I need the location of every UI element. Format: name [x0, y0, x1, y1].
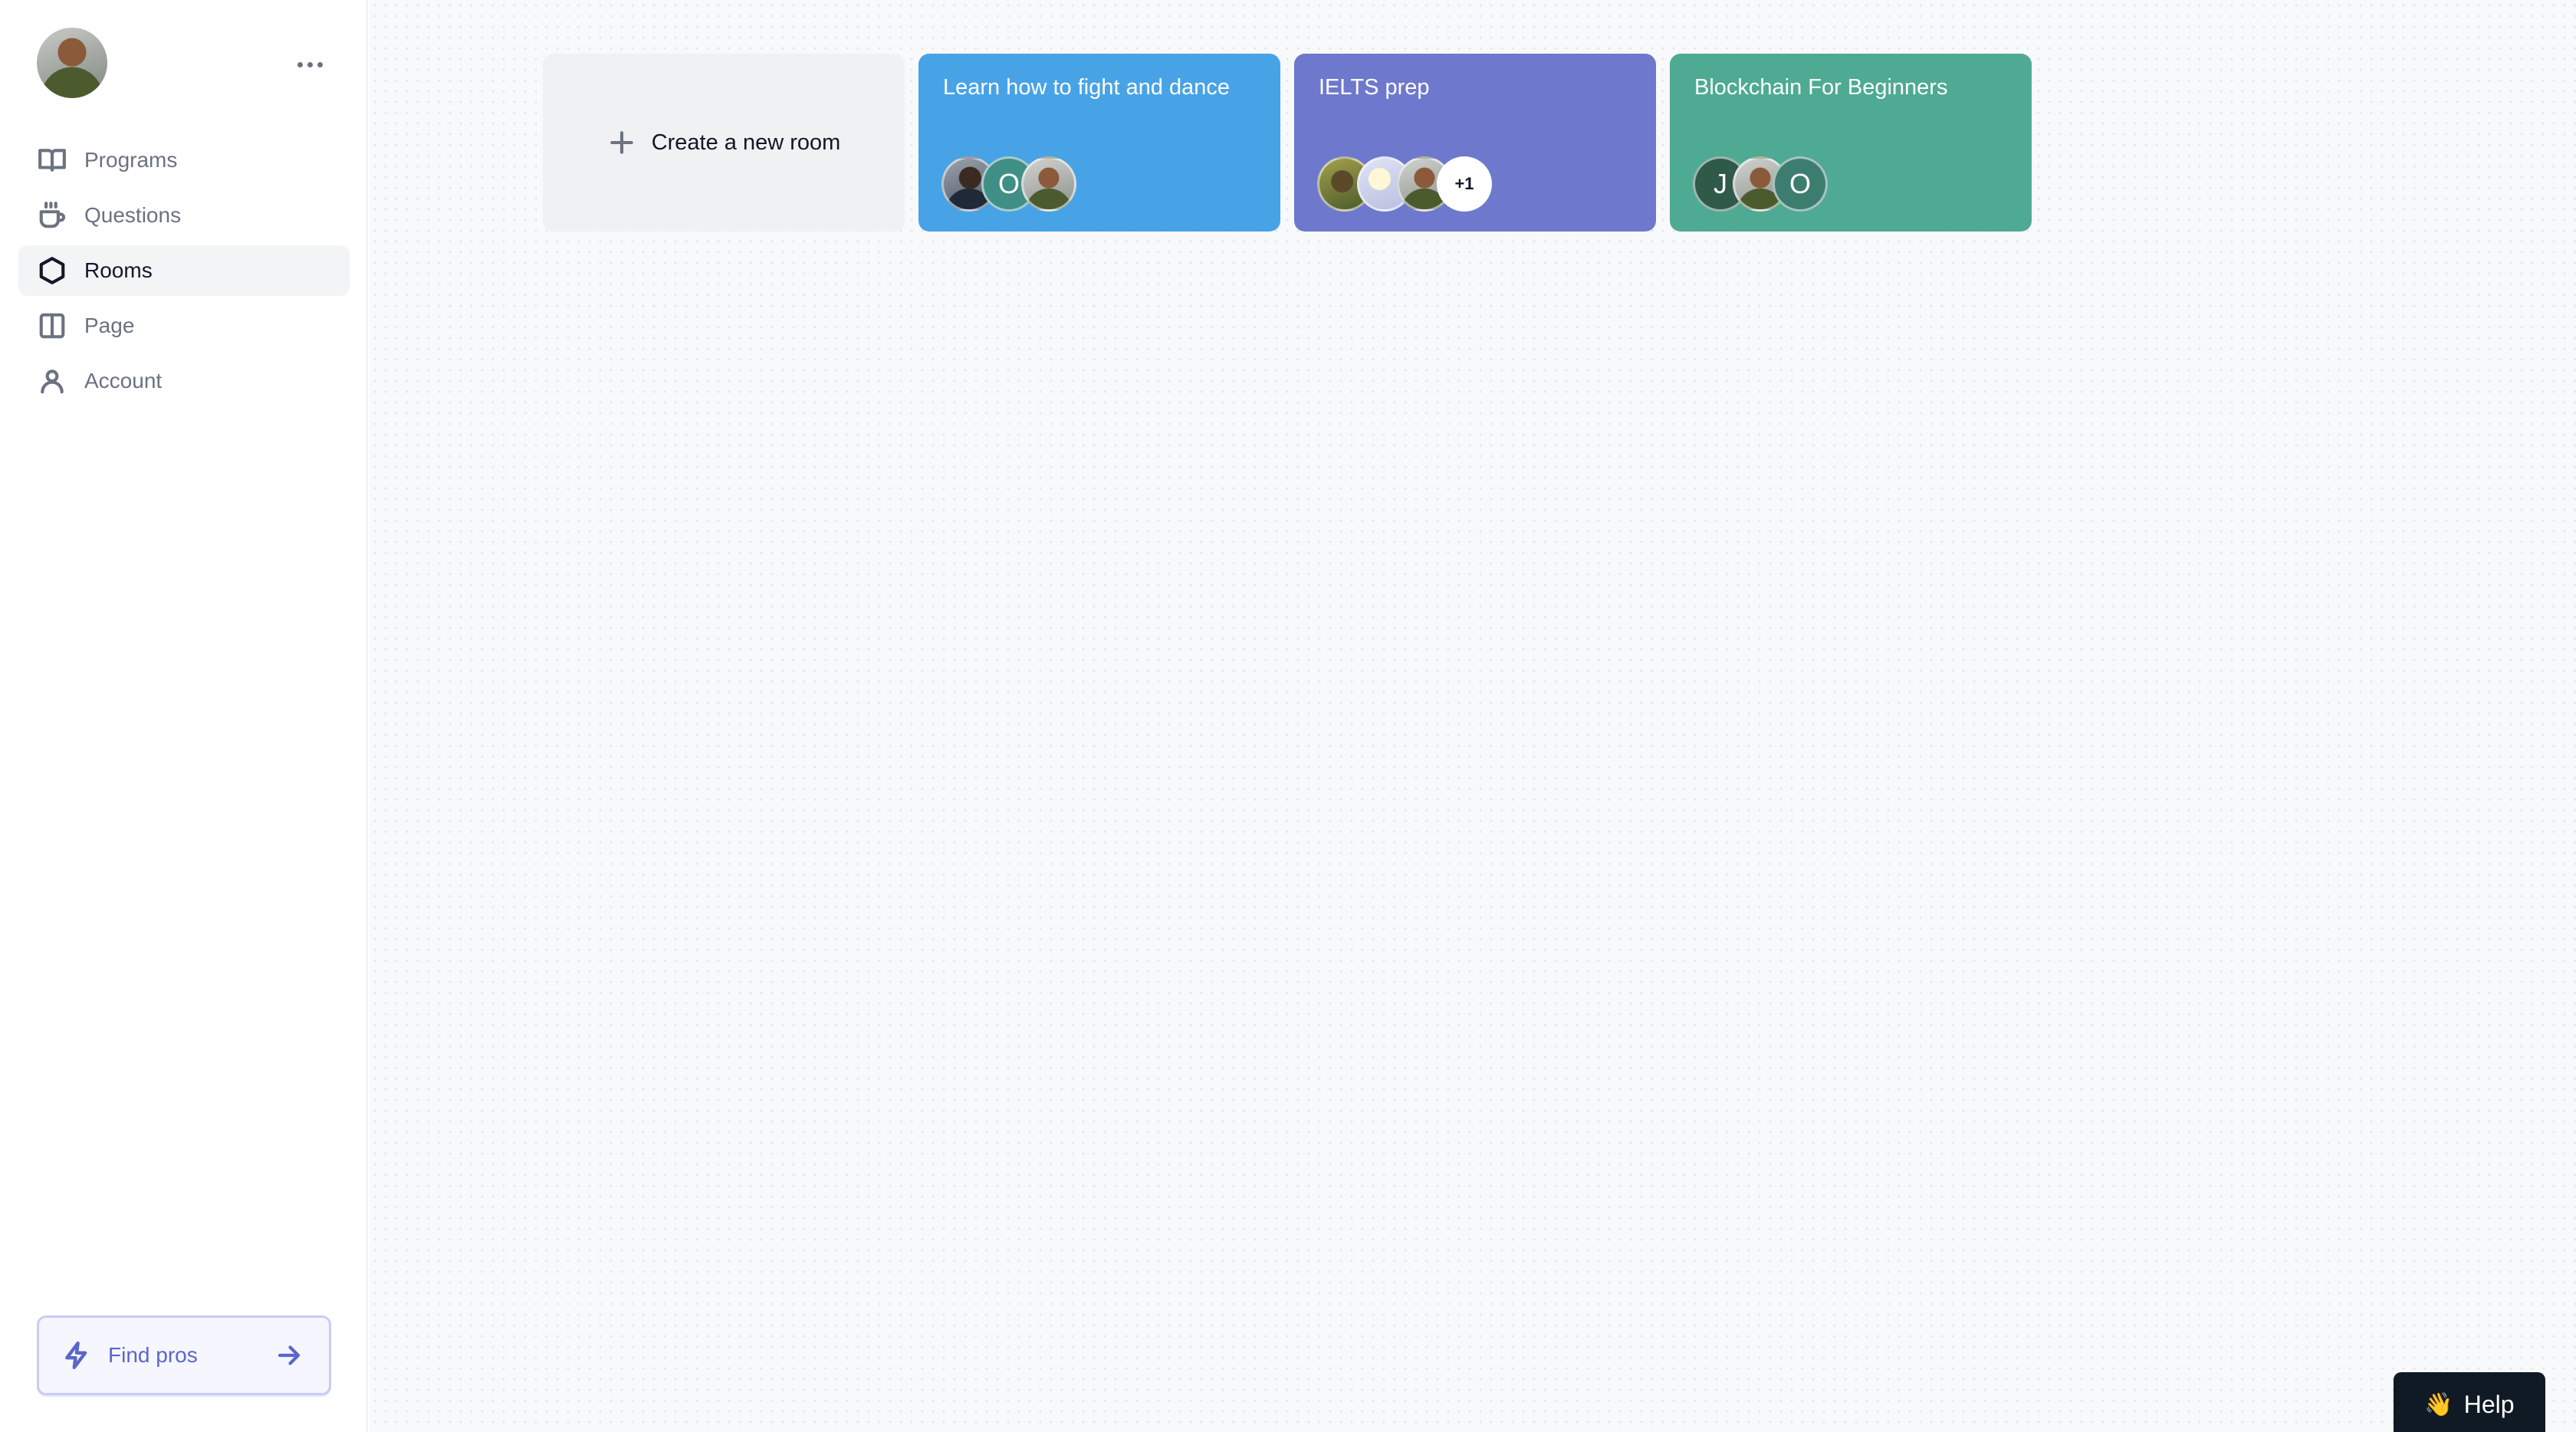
- sidebar-item-page[interactable]: Page: [18, 301, 350, 351]
- room-members: +1: [1317, 156, 1492, 212]
- sidebar-item-rooms[interactable]: Rooms: [18, 245, 350, 296]
- room-members: O: [941, 156, 1076, 212]
- room-title: Learn how to fight and dance: [943, 75, 1230, 100]
- help-label: Help: [2463, 1390, 2515, 1418]
- layout-columns-icon: [37, 310, 67, 341]
- plus-icon: [607, 127, 638, 158]
- sidebar-item-label: Account: [84, 369, 163, 392]
- member-count-badge: +1: [1437, 156, 1492, 212]
- room-title: Blockchain For Beginners: [1694, 75, 1948, 100]
- room-members: J O: [1693, 156, 1828, 212]
- dot-icon: [297, 61, 303, 67]
- create-room-card[interactable]: Create a new room: [543, 54, 905, 232]
- find-pros-label: Find pros: [108, 1343, 198, 1367]
- room-cards: Create a new room Learn how to fight and…: [543, 54, 2032, 232]
- sidebar-item-label: Page: [84, 314, 135, 337]
- sidebar-item-label: Questions: [84, 203, 182, 227]
- waving-hand-icon: 👋: [2424, 1391, 2453, 1417]
- room-title: IELTS prep: [1319, 75, 1430, 100]
- sidebar-item-label: Programs: [84, 148, 178, 172]
- room-card[interactable]: Blockchain For Beginners J O: [1670, 54, 2032, 232]
- profile-avatar[interactable]: [37, 28, 107, 98]
- sidebar-item-account[interactable]: Account: [18, 356, 350, 406]
- sidebar-item-programs[interactable]: Programs: [18, 135, 350, 186]
- user-icon: [37, 366, 67, 396]
- sidebar-item-questions[interactable]: Questions: [18, 190, 350, 241]
- find-pros-button[interactable]: Find pros: [37, 1315, 331, 1395]
- hexagon-icon: [37, 255, 67, 286]
- member-avatar: [1021, 156, 1076, 212]
- arrow-right-icon: [275, 1340, 306, 1371]
- sidebar-item-label: Rooms: [84, 258, 153, 282]
- create-room-label: Create a new room: [651, 130, 841, 155]
- help-button[interactable]: 👋 Help: [2394, 1372, 2545, 1432]
- book-open-icon: [37, 145, 67, 176]
- room-card[interactable]: IELTS prep +1: [1294, 54, 1656, 232]
- lightning-bolt-icon: [62, 1340, 93, 1371]
- coffee-cup-icon: [37, 200, 67, 231]
- dot-icon: [317, 61, 323, 67]
- app: Programs Questions Rooms Page Account Fi…: [0, 0, 2576, 1432]
- sidebar: Programs Questions Rooms Page Account Fi…: [0, 0, 368, 1432]
- room-card[interactable]: Learn how to fight and dance O: [918, 54, 1280, 232]
- dot-icon: [307, 61, 313, 67]
- more-options-button[interactable]: [291, 51, 328, 78]
- sidebar-nav: Programs Questions Rooms Page Account: [18, 135, 350, 411]
- main-canvas: Create a new room Learn how to fight and…: [370, 0, 2576, 1432]
- member-avatar: O: [1773, 156, 1828, 212]
